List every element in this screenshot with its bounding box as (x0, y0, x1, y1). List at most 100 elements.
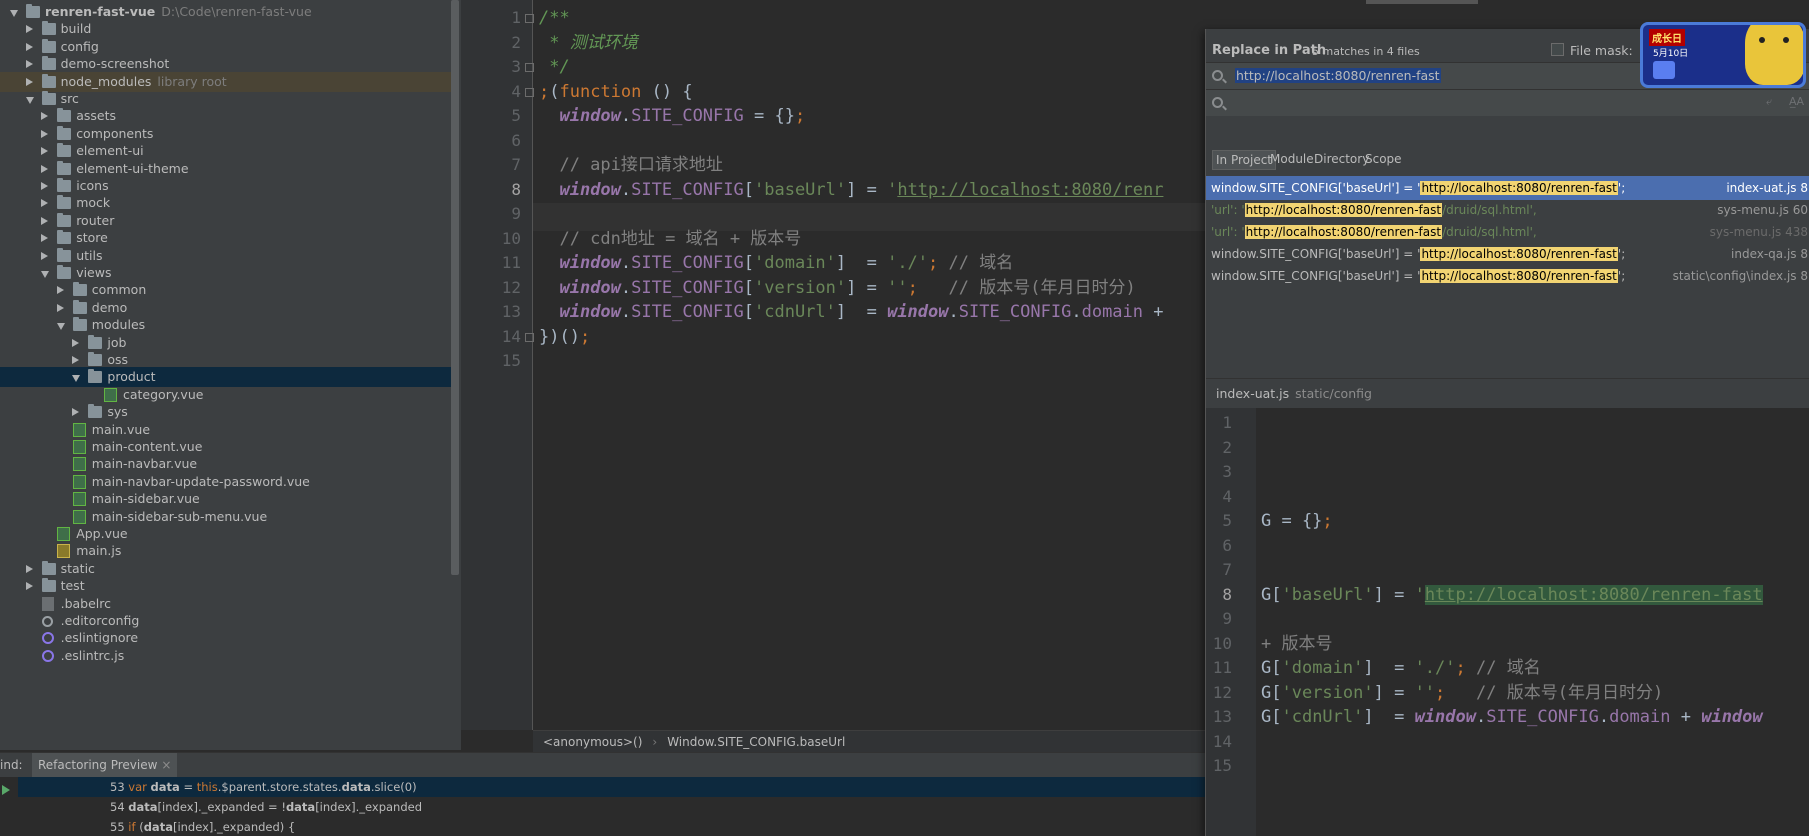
usage-row[interactable]: 54 data[index]._expanded = !data[index].… (110, 797, 422, 817)
pikachu-icon (1745, 22, 1803, 85)
file-mask-label[interactable]: File mask: (1570, 43, 1633, 58)
search-input-value[interactable]: http://localhost:8080/renren-fast (1235, 68, 1441, 83)
chevron-right-icon[interactable] (25, 25, 33, 34)
result-file: index-uat.js 8 (1726, 181, 1808, 195)
result-row[interactable]: 'url': 'http://localhost:8080/renren-fas… (1206, 198, 1809, 222)
chevron-down-icon[interactable] (25, 97, 34, 104)
replace-input[interactable]: ⤶ A̲A (1206, 89, 1809, 116)
pikachu-ear-icon (1783, 22, 1801, 24)
code-line[interactable]: window.SITE_CONFIG['cdnUrl'] = window.SI… (539, 298, 1163, 326)
chevron-right-icon[interactable] (41, 251, 49, 260)
tab-scope[interactable]: Scope (1362, 150, 1405, 168)
match-case-icon[interactable]: A̲A (1789, 95, 1804, 108)
chevron-right-icon[interactable] (25, 42, 33, 51)
chevron-right-icon[interactable] (41, 199, 49, 208)
chevron-right-icon[interactable] (72, 338, 80, 347)
chevron-down-icon[interactable] (41, 271, 50, 278)
code-token: () { (641, 81, 693, 102)
preview-gutter: 1 2 3 4 5 6 7 8 9 10 11 12 13 14 15 (1206, 408, 1256, 836)
tree-item-name: category.vue (123, 386, 204, 402)
tree-item-name: assets (76, 108, 116, 124)
chevron-down-icon[interactable] (72, 375, 81, 383)
preserve-case-icon[interactable]: ⤶ (1766, 95, 1772, 109)
code-line[interactable]: window.SITE_CONFIG['baseUrl'] = 'http://… (539, 176, 1163, 204)
chevron-right-icon[interactable] (72, 356, 80, 364)
result-row[interactable]: 'url': 'http://localhost:8080/renren-fas… (1206, 220, 1809, 244)
search-icon (1212, 97, 1223, 108)
code-token: ] = (846, 179, 888, 200)
fold-marker-icon[interactable] (525, 332, 534, 342)
code-token: ] = (846, 277, 888, 298)
project-scrollbar[interactable] (451, 0, 459, 575)
usage-token: data (150, 780, 180, 794)
find-label: ind: (0, 758, 23, 772)
line-number: 9 (511, 204, 521, 223)
chevron-right-icon[interactable] (41, 129, 49, 138)
usage-token: .$parent.store.states. (217, 780, 342, 794)
mascot-widget[interactable]: 成长日 5月10日 (1640, 22, 1806, 88)
code-token: // api接口请求地址 (539, 155, 723, 175)
chevron-right-icon[interactable] (56, 303, 64, 312)
line-number: 5 (511, 106, 521, 125)
code-token: G = {} (1261, 511, 1323, 531)
usage-token: var (128, 780, 151, 794)
chevron-right-icon[interactable] (56, 286, 64, 295)
fold-marker-icon[interactable] (525, 63, 534, 72)
chevron-right-icon[interactable] (72, 408, 80, 417)
result-row[interactable]: window.SITE_CONFIG['baseUrl'] = 'http://… (1206, 242, 1809, 266)
editor-top-scroll-indicator[interactable] (1366, 0, 1478, 4)
file-mask-checkbox[interactable] (1551, 43, 1564, 56)
folder-icon (57, 143, 72, 158)
usage-row[interactable]: 53 var data = this.$parent.store.states.… (18, 777, 1205, 797)
tree-item[interactable]: .eslintrc.js (0, 646, 459, 666)
tree-item-name: element-ui-theme (76, 160, 189, 176)
tree-item-name: icons (76, 178, 109, 193)
code-token: ; (794, 106, 806, 126)
code-token: domain (1609, 707, 1671, 727)
chevron-right-icon[interactable] (41, 112, 49, 121)
code-token: [ (743, 302, 754, 322)
folder-icon (41, 21, 56, 36)
chevron-right-icon[interactable] (25, 77, 33, 86)
result-match: http://localhost:8080/renren-fast (1420, 181, 1618, 195)
chevron-right-icon[interactable] (25, 564, 33, 573)
fold-marker-icon[interactable] (525, 87, 534, 97)
chevron-right-icon[interactable] (41, 182, 49, 190)
breadcrumb-item-function[interactable]: <anonymous>() (543, 735, 642, 749)
tree-item-name: router (76, 212, 115, 228)
preview-line-number: 1 (1222, 413, 1232, 432)
preview-line-number: 11 (1212, 658, 1232, 677)
chevron-right-icon[interactable] (25, 582, 33, 591)
code-token: 'version' (754, 277, 847, 298)
result-row[interactable]: window.SITE_CONFIG['baseUrl'] = 'http://… (1206, 176, 1809, 200)
code-token: . (620, 302, 632, 322)
tree-item-name: .eslintignore (60, 630, 139, 646)
code-token: ' (1414, 584, 1425, 605)
vue-file-icon (72, 440, 86, 454)
code-line[interactable]: window.SITE_CONFIG = {}; (539, 102, 805, 130)
tab-module[interactable]: Module (1267, 150, 1317, 168)
tab-refactoring-preview[interactable]: Refactoring Preview × (32, 753, 178, 778)
tab-label: Refactoring Preview (38, 758, 158, 772)
chevron-down-icon[interactable] (56, 323, 65, 331)
tree-item-name: oss (107, 352, 129, 367)
mascot-button[interactable] (1653, 61, 1675, 79)
code-token: 'baseUrl' (1281, 584, 1374, 605)
preview-editor[interactable]: 1 2 3 4 5 6 7 8 9 10 11 12 13 14 15 G = {}; G['baseUrl'… (1206, 408, 1809, 836)
close-icon[interactable]: × (161, 758, 171, 772)
chevron-right-icon[interactable] (41, 216, 49, 225)
usage-row[interactable]: 55 if (data[index]._expanded) { (110, 817, 295, 836)
chevron-right-icon[interactable] (41, 234, 49, 243)
chevron-right-icon[interactable] (41, 164, 49, 173)
chevron-right-icon[interactable] (41, 147, 49, 156)
breadcrumb-item-property[interactable]: Window.SITE_CONFIG.baseUrl (667, 735, 845, 749)
tree-item-name: src (60, 91, 79, 106)
fold-marker-icon[interactable] (525, 14, 534, 23)
chevron-down-icon[interactable] (10, 10, 18, 17)
folder-icon (41, 56, 56, 71)
run-icon[interactable] (2, 785, 10, 795)
code-line[interactable]: })(); (539, 323, 590, 351)
chevron-right-icon[interactable] (25, 60, 33, 69)
result-row[interactable]: window.SITE_CONFIG['baseUrl'] = 'http://… (1206, 264, 1809, 288)
code-token: SITE_CONFIG (631, 179, 744, 200)
